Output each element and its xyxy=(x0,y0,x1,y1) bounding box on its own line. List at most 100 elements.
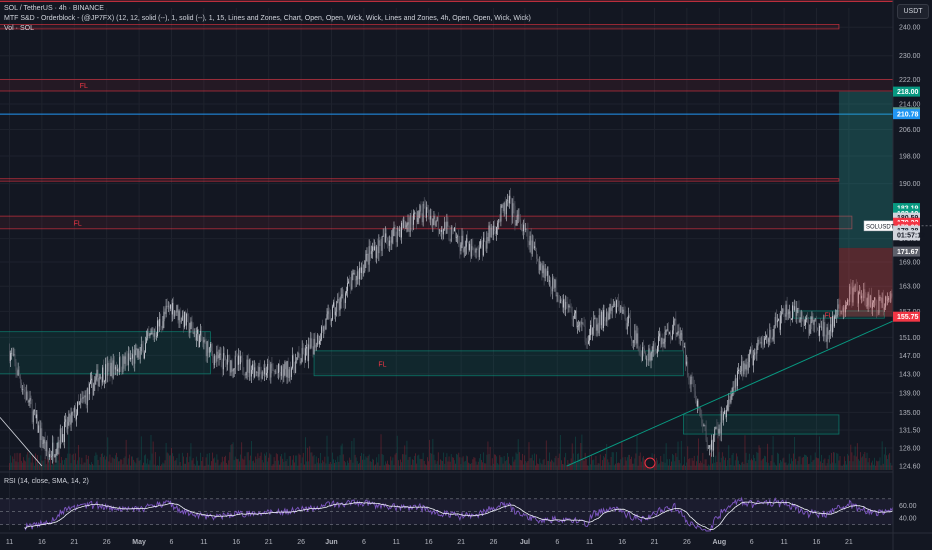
candle xyxy=(383,235,385,243)
volume-bar xyxy=(661,461,663,470)
price-tick: 147.00 xyxy=(899,353,921,360)
volume-bar xyxy=(244,456,246,470)
volume-bar xyxy=(851,452,853,470)
volume-bar xyxy=(775,465,777,470)
volume-bar xyxy=(125,439,127,470)
volume-bar xyxy=(607,459,609,470)
volume-bar xyxy=(13,458,15,470)
candle xyxy=(552,277,554,292)
volume-bar xyxy=(730,464,732,470)
price-tick: 151.00 xyxy=(899,335,921,342)
candle xyxy=(156,336,157,337)
rsi-legend[interactable]: RSI (14, close, SMA, 14, 2) xyxy=(4,477,89,486)
volume-bar xyxy=(595,456,597,470)
volume-bar xyxy=(318,458,319,470)
currency-button[interactable]: USDT xyxy=(897,4,929,19)
candle xyxy=(651,351,653,354)
candle xyxy=(210,343,211,348)
candle xyxy=(785,304,787,317)
volume-bar xyxy=(23,457,24,470)
candle xyxy=(701,415,703,424)
symbol-legend[interactable]: SOL / TetherUS · 4h · BINANCE xyxy=(4,4,104,13)
candle xyxy=(246,359,248,373)
candle xyxy=(685,346,686,365)
candle xyxy=(435,221,437,226)
candle xyxy=(39,425,41,441)
volume-bar xyxy=(704,459,706,470)
time-tick: 26 xyxy=(683,539,691,546)
volume-bar xyxy=(265,455,266,470)
volume-bar xyxy=(822,462,824,470)
volume-bar xyxy=(585,458,587,470)
candle xyxy=(677,331,679,334)
candle xyxy=(819,325,820,336)
volume-bar xyxy=(158,465,159,470)
candle xyxy=(804,324,805,326)
candle xyxy=(94,379,96,385)
candle xyxy=(46,441,48,452)
volume-bar xyxy=(873,464,874,470)
candle xyxy=(653,343,655,349)
volume-bar xyxy=(176,457,178,470)
volume-bar xyxy=(810,455,812,470)
volume-bar xyxy=(856,443,858,470)
volume-bar xyxy=(557,457,559,470)
candle xyxy=(469,243,470,250)
volume-bar xyxy=(883,454,885,470)
candle xyxy=(596,324,598,331)
volume-bar xyxy=(497,463,499,470)
volume-bar xyxy=(721,452,723,470)
volume-bar xyxy=(492,463,494,470)
volume-bar xyxy=(874,457,875,470)
candle xyxy=(119,357,121,372)
candle xyxy=(333,302,334,307)
candle xyxy=(815,318,817,328)
volume-bar xyxy=(716,461,718,470)
candle xyxy=(219,353,221,355)
candle xyxy=(146,338,148,343)
volume-bar xyxy=(294,462,295,470)
volume-bar xyxy=(840,465,842,470)
volume-bar xyxy=(667,465,669,470)
candle xyxy=(660,333,662,345)
candle xyxy=(718,428,720,434)
volume-bar xyxy=(192,458,194,470)
candle xyxy=(558,301,560,304)
candle xyxy=(413,213,414,225)
volume-bar xyxy=(141,465,143,470)
volume-bar xyxy=(267,461,268,470)
volume-bar xyxy=(144,455,145,470)
candle xyxy=(779,319,780,330)
volume-bar xyxy=(468,462,469,470)
volume-bar xyxy=(677,441,679,470)
volume-bar xyxy=(65,457,67,470)
volume-bar xyxy=(494,454,495,470)
volume-bar xyxy=(691,458,693,470)
candle xyxy=(659,333,661,337)
candle xyxy=(712,440,713,451)
candle xyxy=(673,320,675,331)
volume-bar xyxy=(785,462,787,470)
candle xyxy=(239,355,240,365)
volume-bar xyxy=(475,461,477,470)
candle xyxy=(411,224,413,226)
candle xyxy=(82,397,84,399)
candle xyxy=(286,361,288,377)
price-tick: 135.00 xyxy=(899,410,921,417)
volume-bar xyxy=(754,458,756,470)
candle xyxy=(287,361,289,378)
candle xyxy=(78,401,79,405)
volume-legend[interactable]: Vol · SOL xyxy=(4,24,34,33)
volume-bar xyxy=(481,459,482,470)
candle xyxy=(189,329,191,334)
volume-bar xyxy=(469,463,470,470)
chart-canvas[interactable]: FLFLFLFL 240.00230.00222.00214.00206.001… xyxy=(0,0,932,550)
volume-bar xyxy=(632,463,634,470)
volume-bar xyxy=(706,465,708,470)
candle xyxy=(145,342,146,353)
candle xyxy=(336,301,338,312)
volume-bar xyxy=(640,461,642,470)
indicator-legend[interactable]: MTF S&D - Orderblock - (@JP7FX) (12, 12,… xyxy=(4,14,531,23)
candle xyxy=(406,224,408,226)
volume-bar xyxy=(623,465,625,470)
